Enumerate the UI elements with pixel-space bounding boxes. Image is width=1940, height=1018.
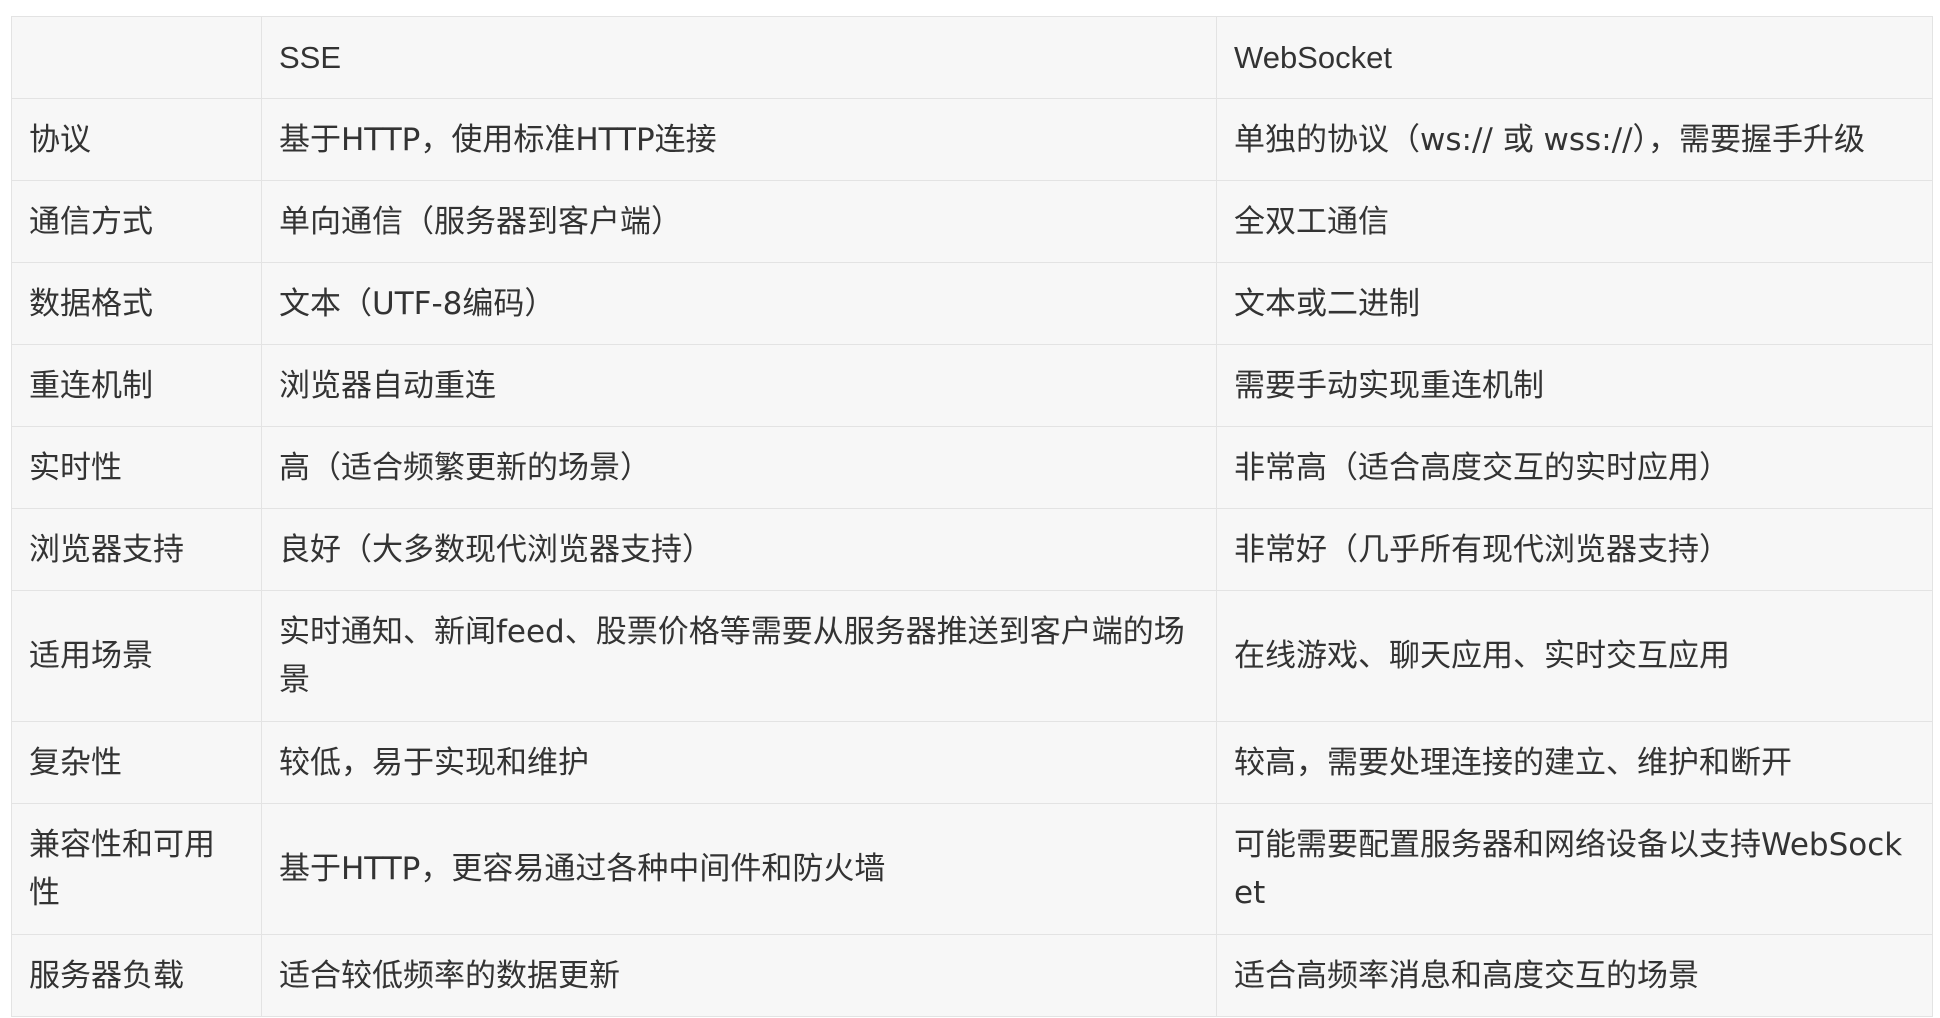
row-label-cell: 重连机制	[11, 344, 262, 427]
row-label-cell: 浏览器支持	[11, 508, 262, 591]
table-row: 适用场景 实时通知、新闻feed、股票价格等需要从服务器推送到客户端的场景 在线…	[11, 590, 1933, 722]
websocket-cell: 非常好（几乎所有现代浏览器支持）	[1216, 508, 1933, 591]
row-label-cell: 实时性	[11, 426, 262, 509]
websocket-cell: 适合高频率消息和高度交互的场景	[1216, 934, 1933, 1017]
header-cell-websocket: WebSocket	[1216, 16, 1933, 99]
row-label-cell: 数据格式	[11, 262, 262, 345]
table-row: 兼容性和可用性 基于HTTP，更容易通过各种中间件和防火墙 可能需要配置服务器和…	[11, 803, 1933, 935]
table-header-row: SSE WebSocket	[11, 16, 1933, 99]
sse-cell: 基于HTTP，使用标准HTTP连接	[261, 98, 1217, 181]
table-row: 服务器负载 适合较低频率的数据更新 适合高频率消息和高度交互的场景	[11, 934, 1933, 1017]
sse-cell: 单向通信（服务器到客户端）	[261, 180, 1217, 263]
header-cell-sse: SSE	[261, 16, 1217, 99]
sse-cell: 浏览器自动重连	[261, 344, 1217, 427]
websocket-cell: 单独的协议（ws:// 或 wss://），需要握手升级	[1216, 98, 1933, 181]
header-cell-empty	[11, 16, 262, 99]
sse-cell: 适合较低频率的数据更新	[261, 934, 1217, 1017]
sse-cell: 实时通知、新闻feed、股票价格等需要从服务器推送到客户端的场景	[261, 590, 1217, 722]
comparison-table-container: SSE WebSocket 协议 基于HTTP，使用标准HTTP连接 单独的协议…	[11, 16, 1933, 1017]
websocket-cell: 需要手动实现重连机制	[1216, 344, 1933, 427]
sse-cell: 良好（大多数现代浏览器支持）	[261, 508, 1217, 591]
sse-cell: 较低，易于实现和维护	[261, 721, 1217, 804]
sse-cell: 文本（UTF-8编码）	[261, 262, 1217, 345]
table-row: 复杂性 较低，易于实现和维护 较高，需要处理连接的建立、维护和断开	[11, 721, 1933, 804]
comparison-table: SSE WebSocket 协议 基于HTTP，使用标准HTTP连接 单独的协议…	[11, 16, 1933, 1017]
table-row: 协议 基于HTTP，使用标准HTTP连接 单独的协议（ws:// 或 wss:/…	[11, 98, 1933, 181]
row-label-cell: 协议	[11, 98, 262, 181]
websocket-cell: 非常高（适合高度交互的实时应用）	[1216, 426, 1933, 509]
table-row: 通信方式 单向通信（服务器到客户端） 全双工通信	[11, 180, 1933, 263]
row-label-cell: 通信方式	[11, 180, 262, 263]
row-label-cell: 服务器负载	[11, 934, 262, 1017]
websocket-cell: 文本或二进制	[1216, 262, 1933, 345]
sse-cell: 高（适合频繁更新的场景）	[261, 426, 1217, 509]
table-row: 实时性 高（适合频繁更新的场景） 非常高（适合高度交互的实时应用）	[11, 426, 1933, 509]
websocket-cell: 可能需要配置服务器和网络设备以支持WebSocket	[1216, 803, 1933, 935]
table-row: 浏览器支持 良好（大多数现代浏览器支持） 非常好（几乎所有现代浏览器支持）	[11, 508, 1933, 591]
websocket-cell: 全双工通信	[1216, 180, 1933, 263]
row-label-cell: 兼容性和可用性	[11, 803, 262, 935]
row-label-cell: 复杂性	[11, 721, 262, 804]
websocket-cell: 较高，需要处理连接的建立、维护和断开	[1216, 721, 1933, 804]
table-row: 数据格式 文本（UTF-8编码） 文本或二进制	[11, 262, 1933, 345]
sse-cell: 基于HTTP，更容易通过各种中间件和防火墙	[261, 803, 1217, 935]
table-row: 重连机制 浏览器自动重连 需要手动实现重连机制	[11, 344, 1933, 427]
websocket-cell: 在线游戏、聊天应用、实时交互应用	[1216, 590, 1933, 722]
row-label-cell: 适用场景	[11, 590, 262, 722]
